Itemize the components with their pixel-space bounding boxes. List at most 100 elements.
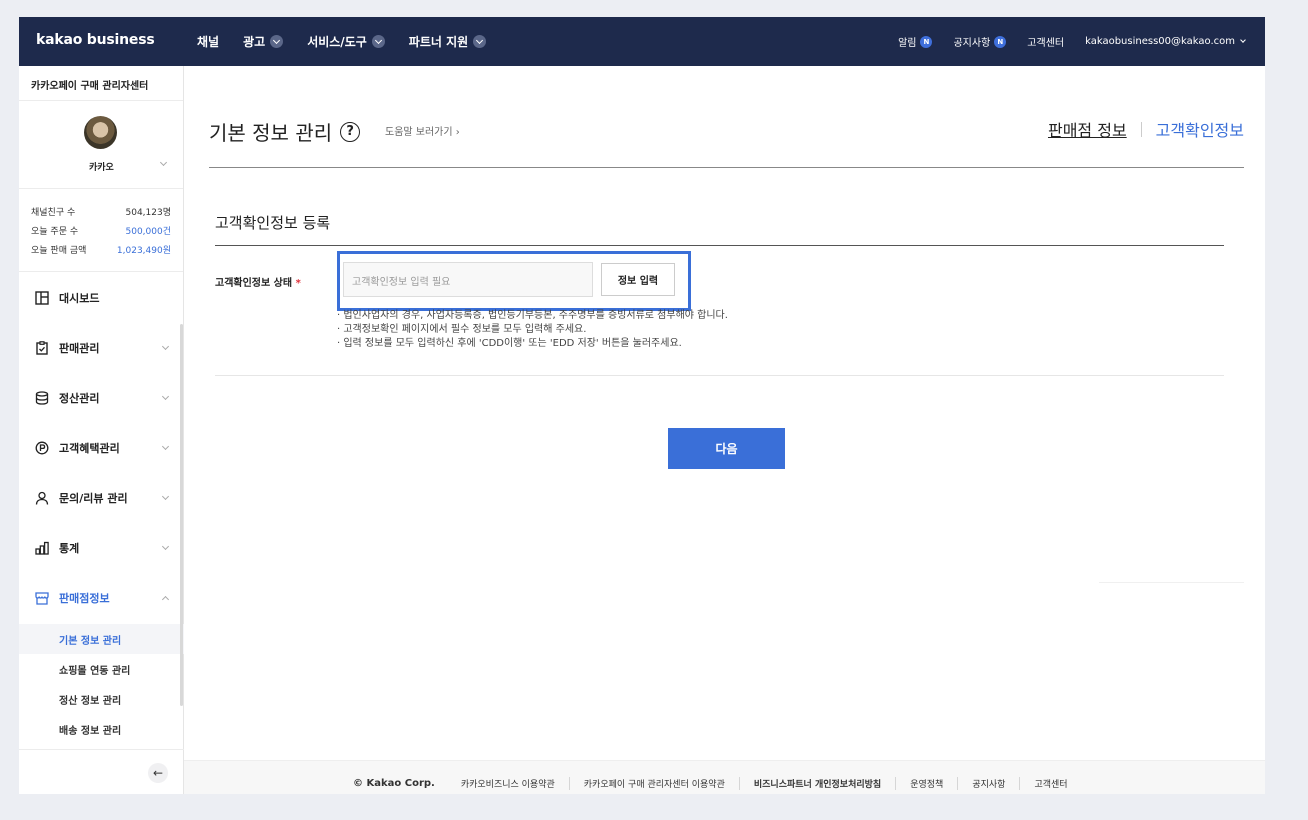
sidebar-item-label: 판매관리 (59, 342, 100, 355)
new-badge: N (994, 35, 1007, 48)
sidebar-stats: 채널친구 수 504,123명 오늘 주문 수 500,000건 오늘 판매 금액 1… (19, 189, 183, 272)
sidebar-item-settlement[interactable]: 정산관리 (19, 383, 184, 413)
alert-label: 알림 (898, 38, 917, 49)
copyright: © Kakao Corp. (353, 778, 435, 789)
nav-item-channel[interactable]: 채널 (197, 33, 219, 50)
sidebar-item-inquiry-review[interactable]: 문의/리뷰 관리 (19, 483, 184, 513)
notice-label: 공지사항 (953, 38, 991, 49)
dashboard-icon (35, 291, 49, 305)
help-icon[interactable]: ? (340, 121, 361, 142)
database-icon (35, 391, 49, 405)
highlight-box (337, 251, 691, 311)
collapse-sidebar-button[interactable]: ← (148, 763, 168, 783)
top-nav: kakao business 채널 광고 서비스/도구 파트너 지원 알림 N 공… (19, 17, 1265, 66)
footer-link-kakao-business-terms[interactable]: 카카오비즈니스 이용약관 (461, 777, 569, 790)
sidebar-item-statistics[interactable]: 통계 (19, 533, 184, 563)
guide-note: · 법인사업자의 경우, 사업자등록증, 법인등기부등본, 주주명부를 증빙서류… (337, 310, 728, 321)
sidebar-title: 카카오페이 구매 관리자센터 (19, 66, 183, 101)
divider (1140, 121, 1142, 137)
divider (209, 167, 1244, 168)
account-email: kakaobusiness00@kakao.com (1085, 36, 1235, 47)
stat-label: 오늘 판매 금액 (31, 246, 87, 256)
store-icon (35, 592, 49, 605)
sidebar-item-label: 정산관리 (59, 392, 100, 405)
stat-today-orders: 오늘 주문 수 500,000건 (31, 224, 171, 237)
top-nav-right: 알림 N 공지사항 N 고객센터 kakaobusiness00@kakao.com (877, 34, 1246, 49)
stat-value[interactable]: 500,000건 (126, 224, 172, 237)
chevron-down-icon (1240, 37, 1246, 43)
sidebar-item-label: 대시보드 (59, 292, 100, 305)
sidebar-item-label: 통계 (59, 542, 80, 555)
nav-item-partner-support[interactable]: 파트너 지원 (408, 33, 487, 50)
chevron-down-icon (161, 542, 170, 551)
sidebar-item-label: 판매점정보 (59, 592, 110, 605)
help-link[interactable]: 도움말 보러가기 › (385, 123, 460, 138)
sidebar-item-label: 고객혜택관리 (59, 442, 120, 455)
chevron-up-icon (161, 595, 170, 604)
guide-note: · 고객정보확인 페이지에서 필수 정보를 모두 입력해 주세요. (337, 324, 587, 335)
profile-selector[interactable]: 카카오 (19, 101, 183, 189)
nav-item-label: 파트너 지원 (408, 35, 469, 49)
nav-item-label: 광고 (243, 35, 266, 49)
sidebar-item-benefits[interactable]: 고객혜택관리 (19, 433, 184, 463)
divider (1099, 582, 1244, 583)
support-link[interactable]: 고객센터 (1027, 34, 1064, 49)
avatar (84, 116, 117, 149)
account-menu[interactable]: kakaobusiness00@kakao.com (1085, 36, 1246, 47)
tab-customer-verification[interactable]: 고객확인정보 (1156, 117, 1244, 141)
point-icon (35, 441, 49, 455)
sidebar-item-dashboard[interactable]: 대시보드 (19, 283, 184, 313)
kakao-business-logo[interactable]: kakao business (36, 32, 155, 48)
footer-link-privacy-policy[interactable]: 비즈니스파트너 개인정보처리방침 (738, 777, 895, 790)
chevron-down-icon (473, 35, 487, 48)
bar-chart-icon (35, 541, 49, 555)
section-title: 고객확인정보 등록 (215, 214, 331, 232)
guide-note: · 입력 정보를 모두 입력하신 후에 'CDD이행' 또는 'EDD 저장' … (337, 338, 682, 349)
nav-item-ads[interactable]: 광고 (243, 33, 284, 50)
submenu-delivery-info[interactable]: 배송 정보 관리 (19, 714, 184, 744)
sidebar-item-store-info[interactable]: 판매점정보 (19, 583, 184, 613)
submenu-shopping-mall-link[interactable]: 쇼핑몰 연동 관리 (19, 654, 184, 684)
profile-name: 카카오 (89, 163, 114, 173)
stat-value[interactable]: 1,023,490원 (117, 243, 171, 256)
sidebar-item-sales[interactable]: 판매관리 (19, 333, 184, 363)
submenu-basic-info[interactable]: 기본 정보 관리 (19, 624, 184, 654)
chevron-down-icon (159, 158, 168, 167)
chevron-down-icon (161, 342, 170, 351)
tab-store-info[interactable]: 판매점 정보 (1048, 117, 1127, 141)
divider (19, 749, 184, 750)
notice-link[interactable]: 공지사항 N (953, 34, 1007, 49)
divider (215, 375, 1224, 376)
next-button[interactable]: 다음 (668, 428, 785, 469)
sidebar-scrollbar[interactable] (180, 324, 183, 706)
chevron-down-icon (161, 442, 170, 451)
stat-value: 504,123명 (125, 208, 172, 218)
divider (215, 245, 1224, 246)
support-label: 고객센터 (1027, 38, 1065, 49)
alert-link[interactable]: 알림 N (898, 34, 933, 49)
footer-links: © Kakao Corp. 카카오비즈니스 이용약관 카카오페이 구매 관리자센… (353, 777, 1082, 790)
new-badge: N (920, 35, 933, 48)
page-tabs: 판매점 정보 고객확인정보 (1048, 117, 1244, 141)
footer-link-admin-terms[interactable]: 카카오페이 구매 관리자센터 이용약관 (568, 777, 739, 790)
stat-channel-friends: 채널친구 수 504,123명 (31, 205, 171, 218)
nav-item-services[interactable]: 서비스/도구 (307, 33, 385, 50)
sidebar: 카카오페이 구매 관리자센터 카카오 채널친구 수 504,123명 오늘 주문 … (19, 66, 184, 794)
arrow-left-icon: ← (152, 766, 164, 780)
app-window: kakao business 채널 광고 서비스/도구 파트너 지원 알림 N 공… (19, 17, 1265, 794)
field-label-text: 고객확인정보 상태 (215, 278, 293, 289)
field-label: 고객확인정보 상태 * (215, 274, 301, 289)
nav-item-label: 서비스/도구 (307, 35, 367, 49)
chevron-down-icon (270, 35, 284, 48)
page-title: 기본 정보 관리 ? (209, 117, 361, 146)
chevron-down-icon (371, 35, 385, 48)
footer: © Kakao Corp. 카카오비즈니스 이용약관 카카오페이 구매 관리자센… (184, 760, 1265, 794)
stat-today-sales: 오늘 판매 금액 1,023,490원 (31, 243, 171, 256)
footer-link-notice[interactable]: 공지사항 (957, 777, 1019, 790)
footer-link-operation-policy[interactable]: 운영정책 (895, 777, 957, 790)
stat-label: 오늘 주문 수 (31, 227, 79, 237)
stat-label: 채널친구 수 (31, 208, 76, 218)
page-title-text: 기본 정보 관리 (209, 121, 333, 145)
footer-link-support[interactable]: 고객센터 (1019, 777, 1081, 790)
submenu-settlement-info[interactable]: 정산 정보 관리 (19, 684, 184, 714)
